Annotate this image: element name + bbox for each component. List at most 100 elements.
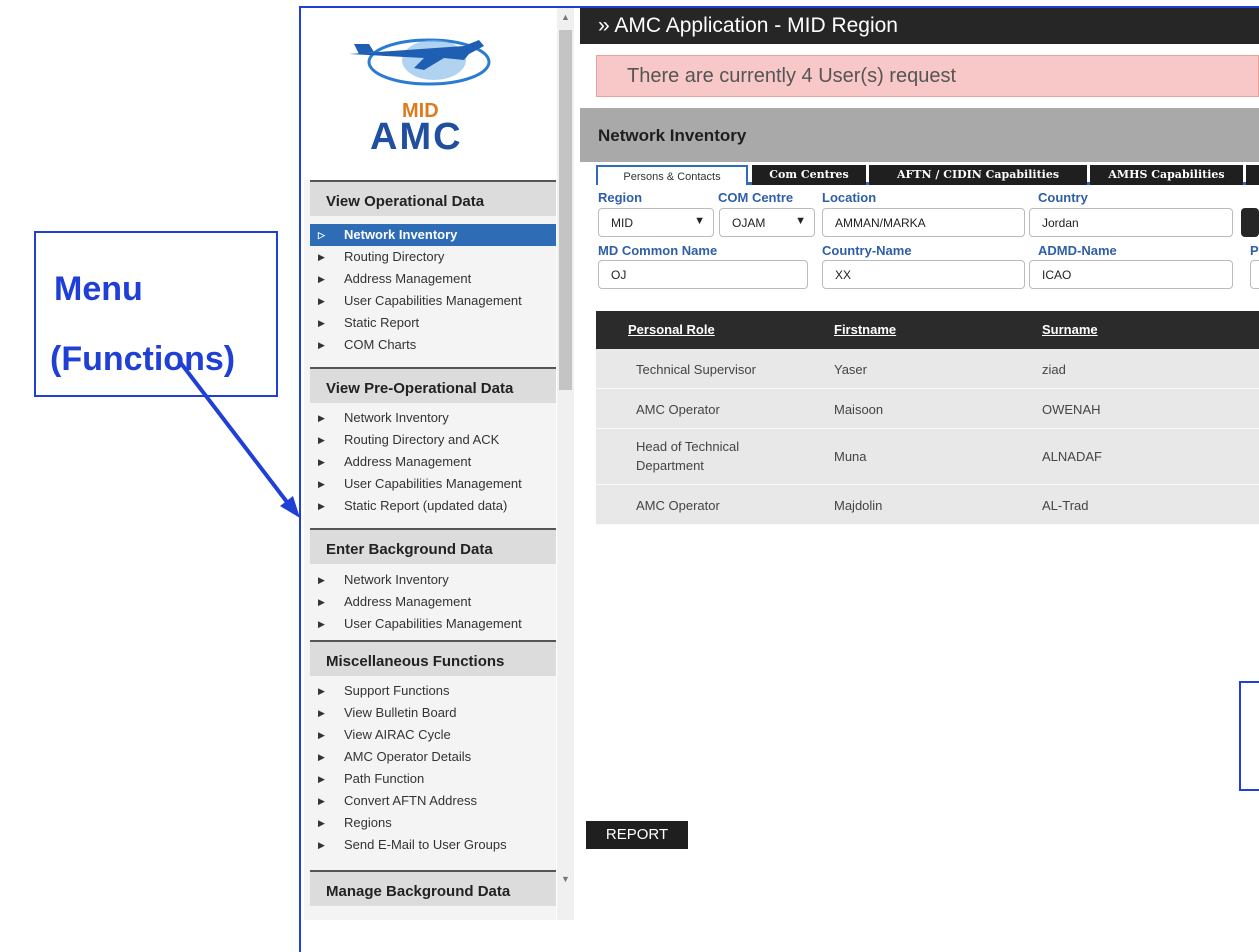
menu-item-label: Static Report: [344, 315, 420, 330]
menu-pre-routing-directory-ack[interactable]: ▶ Routing Directory and ACK: [310, 429, 556, 451]
scroll-down-icon[interactable]: ▼: [557, 870, 574, 888]
menu-path-function[interactable]: ▶ Path Function: [310, 768, 556, 790]
header-surname[interactable]: Surname: [1042, 322, 1098, 337]
triangle-right-icon: ▶: [318, 730, 325, 740]
menu-item-label: AMC Operator Details: [344, 749, 472, 764]
dropdown-arrow-icon: ▼: [694, 215, 705, 227]
sidebar: MID AMC View Operational Data ▷ Network …: [304, 8, 556, 920]
menu-pre-network-inventory[interactable]: ▶ Network Inventory: [310, 407, 556, 429]
cell-firstname: Yaser: [834, 362, 867, 377]
triangle-right-icon: ▶: [318, 686, 325, 696]
user-request-alert[interactable]: There are currently 4 User(s) request: [596, 55, 1259, 97]
triangle-right-icon: ▶: [318, 619, 325, 629]
table-row[interactable]: AMC Operator Majdolin AL-Trad: [596, 485, 1259, 525]
menu-send-email-user-groups[interactable]: ▶ Send E-Mail to User Groups: [310, 834, 556, 856]
triangle-right-icon: ▶: [318, 708, 325, 718]
menu-item-label: User Capabilities Management: [344, 293, 522, 308]
cell-surname: AL-Trad: [1042, 498, 1089, 513]
action-button[interactable]: [1241, 208, 1259, 237]
menu-static-report[interactable]: ▶ Static Report: [310, 312, 556, 334]
menu-item-label: View AIRAC Cycle: [344, 727, 451, 742]
region-value: MID: [611, 216, 633, 230]
menu-item-label: Address Management: [344, 454, 472, 469]
triangle-right-icon: ▶: [318, 413, 325, 423]
md-common-name-field[interactable]: OJ: [598, 260, 808, 289]
menu-bg-address-management[interactable]: ▶ Address Management: [310, 591, 556, 613]
sidebar-scrollbar[interactable]: ▲ ▼: [557, 8, 574, 920]
menu-item-label: User Capabilities Management: [344, 616, 522, 631]
menu-pre-static-report-updated[interactable]: ▶ Static Report (updated data): [310, 495, 556, 517]
menu-view-bulletin-board[interactable]: ▶ View Bulletin Board: [310, 702, 556, 724]
logo-amc: AMC: [370, 116, 463, 158]
country-label: Country: [1038, 190, 1088, 205]
menu-item-label: Routing Directory: [344, 249, 445, 264]
triangle-right-icon: ▶: [318, 774, 325, 784]
prmd-name-label: P: [1250, 243, 1259, 258]
menu-item-label: Send E-Mail to User Groups: [344, 837, 507, 852]
com-centre-select[interactable]: OJAM ▼: [719, 208, 815, 237]
country-field[interactable]: Jordan: [1029, 208, 1233, 237]
region-label: Region: [598, 190, 643, 205]
country-name-label: Country-Name: [822, 243, 912, 258]
admd-name-field[interactable]: ICAO: [1029, 260, 1233, 289]
tab-overflow[interactable]: [1246, 165, 1259, 185]
triangle-right-icon: ▶: [318, 296, 325, 306]
tab-persons-contacts[interactable]: Persons & Contacts: [596, 165, 748, 185]
table-row[interactable]: Head of Technical Department Muna ALNADA…: [596, 429, 1259, 485]
menu-item-label: Support Functions: [344, 683, 450, 698]
triangle-right-icon: ▶: [318, 318, 325, 328]
region-select[interactable]: MID ▼: [598, 208, 714, 237]
menu-item-label: Address Management: [344, 594, 472, 609]
menu-pre-address-management[interactable]: ▶ Address Management: [310, 451, 556, 473]
menu-amc-operator-details[interactable]: ▶ AMC Operator Details: [310, 746, 556, 768]
menu-item-label: User Capabilities Management: [344, 476, 522, 491]
menu-network-inventory-operational[interactable]: ▷ Network Inventory: [310, 224, 556, 246]
cell-firstname: Maisoon: [834, 402, 884, 417]
triangle-right-icon: ▶: [318, 252, 325, 262]
triangle-right-icon: ▶: [318, 840, 325, 850]
header-personal-role[interactable]: Personal Role: [628, 322, 715, 337]
menu-view-airac-cycle[interactable]: ▶ View AIRAC Cycle: [310, 724, 556, 746]
triangle-right-icon: ▶: [318, 479, 325, 489]
report-button[interactable]: REPORT: [586, 821, 688, 849]
cell-role: AMC Operator: [636, 402, 720, 417]
menu-convert-aftn-address[interactable]: ▶ Convert AFTN Address: [310, 790, 556, 812]
triangle-right-icon: ▶: [318, 752, 325, 762]
menu-item-label: COM Charts: [344, 337, 417, 352]
menu-bg-network-inventory[interactable]: ▶ Network Inventory: [310, 569, 556, 591]
cell-surname: OWENAH: [1042, 402, 1101, 417]
menu-item-label: Regions: [344, 815, 392, 830]
cell-surname: ALNADAF: [1042, 449, 1102, 464]
menu-item-label: Network Inventory: [344, 227, 458, 242]
menu-bg-user-capabilities-management[interactable]: ▶ User Capabilities Management: [310, 613, 556, 635]
panel-title: Network Inventory: [580, 108, 1259, 162]
app-title: AMC Application - MID Region: [614, 14, 898, 37]
header-firstname[interactable]: Firstname: [834, 322, 896, 337]
menu-support-functions[interactable]: ▶ Support Functions: [310, 680, 556, 702]
table-row[interactable]: AMC Operator Maisoon OWENAH: [596, 389, 1259, 429]
tab-com-centres[interactable]: Com Centres: [752, 165, 866, 185]
menu-pre-user-capabilities-management[interactable]: ▶ User Capabilities Management: [310, 473, 556, 495]
scroll-up-icon[interactable]: ▲: [557, 8, 574, 26]
tab-aftn-cidin-capabilities[interactable]: AFTN / CIDIN Capabilities: [869, 165, 1087, 185]
tab-amhs-capabilities[interactable]: AMHS Capabilities: [1090, 165, 1243, 185]
menu-com-charts[interactable]: ▶ COM Charts: [310, 334, 556, 356]
menu-address-management[interactable]: ▶ Address Management: [310, 268, 556, 290]
menu-item-label: Routing Directory and ACK: [344, 432, 500, 447]
scroll-thumb[interactable]: [559, 30, 572, 390]
menu-callout-sublabel: (Functions): [50, 340, 236, 378]
location-field[interactable]: AMMAN/MARKA: [822, 208, 1025, 237]
cell-role: AMC Operator: [636, 498, 720, 513]
triangle-right-icon: ▶: [318, 340, 325, 350]
menu-regions[interactable]: ▶ Regions: [310, 812, 556, 834]
dropdown-arrow-icon: ▼: [795, 215, 806, 227]
menu-item-label: Address Management: [344, 271, 472, 286]
prmd-name-field[interactable]: [1250, 260, 1259, 289]
country-name-field[interactable]: XX: [822, 260, 1025, 289]
triangle-right-icon: ▶: [318, 457, 325, 467]
table-row[interactable]: Technical Supervisor Yaser ziad: [596, 349, 1259, 389]
section-view-operational-data: View Operational Data: [310, 180, 556, 216]
menu-user-capabilities-management[interactable]: ▶ User Capabilities Management: [310, 290, 556, 312]
menu-item-label: Network Inventory: [344, 572, 449, 587]
menu-routing-directory[interactable]: ▶ Routing Directory: [310, 246, 556, 268]
